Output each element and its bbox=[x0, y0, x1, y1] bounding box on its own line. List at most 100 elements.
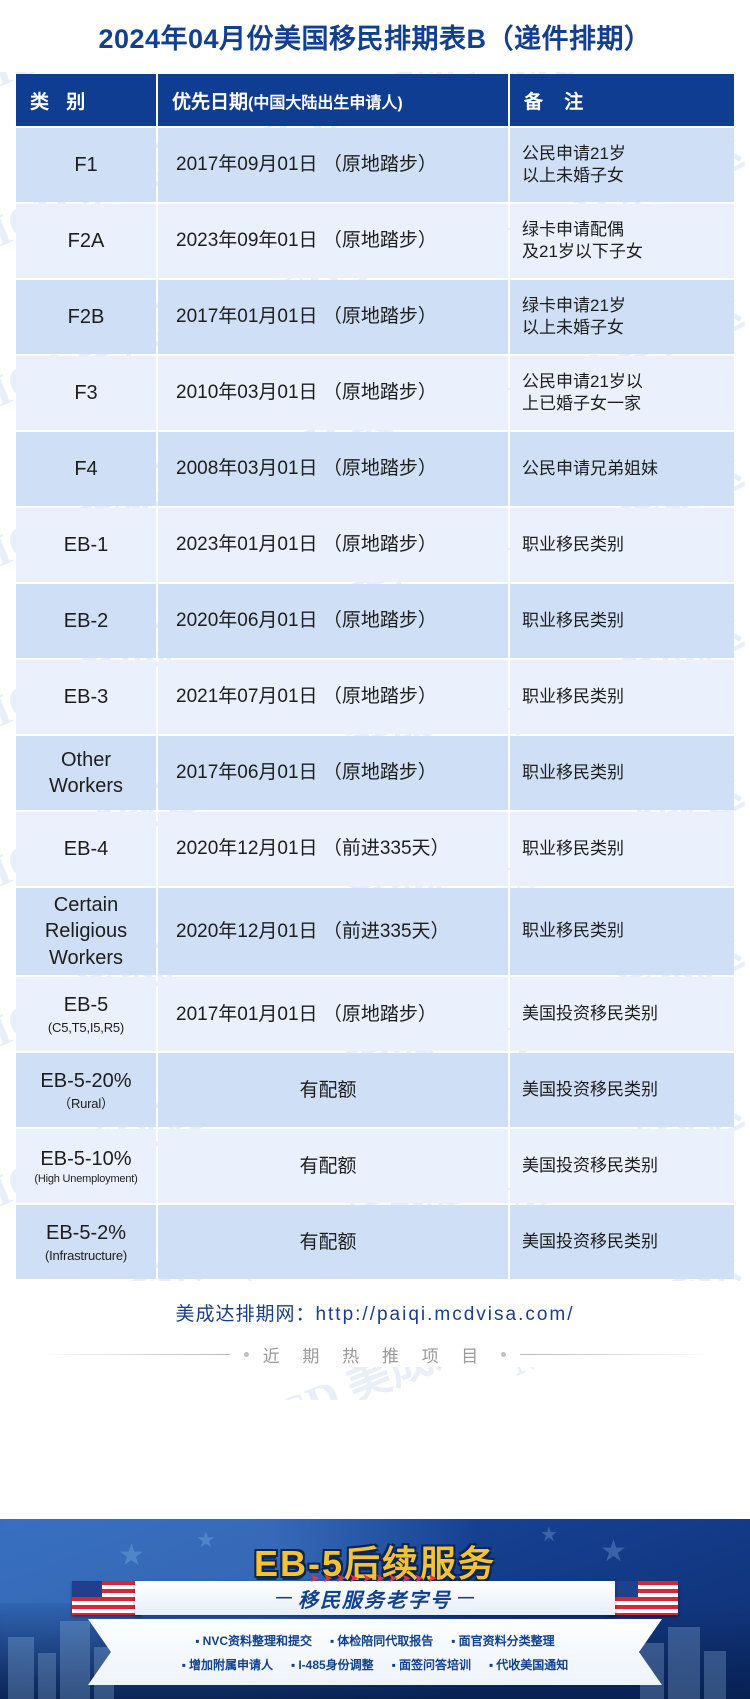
cell-priority-date: 2017年09月01日 （原地踏步） bbox=[158, 128, 508, 202]
column-header-priority-date-main: 优先日期 bbox=[172, 91, 249, 113]
ribbon-dash-left: — bbox=[276, 1589, 292, 1606]
divider-line-left bbox=[39, 1354, 230, 1356]
eb5-promo-banner[interactable]: ★ ★ ★ ★ ★ EB-5后续服务 — 移民服务老字号 — ➤➤➤➤➤➤➤➤➤… bbox=[0, 1519, 750, 1699]
ribbon-text: 移民服务老字号 bbox=[298, 1589, 452, 1612]
cell-category: F2A bbox=[16, 204, 156, 278]
cell-note: 绿卡申请21岁 以上未婚子女 bbox=[510, 280, 734, 354]
table-header-row: 类 别 优先日期(中国大陆出生申请人) 备 注 bbox=[16, 74, 734, 126]
cell-note: 职业移民类别 bbox=[510, 660, 734, 734]
category-label: EB-5-20% bbox=[40, 1070, 132, 1093]
cell-priority-date: 2020年06月01日 （原地踏步） bbox=[158, 584, 508, 658]
cell-category: Other Workers bbox=[16, 736, 156, 810]
cell-category: F1 bbox=[16, 128, 156, 202]
category-label: F2A bbox=[67, 229, 105, 252]
cell-note: 公民申请兄弟姐妹 bbox=[510, 432, 734, 506]
site-link-line[interactable]: 美成达排期网：http://paiqi.mcdvisa.com/ bbox=[0, 1299, 750, 1326]
column-header-category: 类 别 bbox=[16, 74, 156, 126]
cell-note: 公民申请21岁以 上已婚子女一家 bbox=[510, 356, 734, 430]
cell-category: EB-2 bbox=[16, 584, 156, 658]
divider-dot-left bbox=[243, 1352, 249, 1358]
cell-priority-date: 2023年09年01日 （原地踏步） bbox=[158, 204, 508, 278]
category-label: EB-4 bbox=[63, 837, 109, 860]
cell-note: 职业移民类别 bbox=[510, 508, 734, 582]
cell-note: 职业移民类别 bbox=[510, 888, 734, 976]
table-row: F3 2010年03月01日 （原地踏步） 公民申请21岁以 上已婚子女一家 bbox=[16, 356, 734, 430]
service-item: 面签问答培训 bbox=[392, 1656, 471, 1673]
column-header-note: 备 注 bbox=[510, 74, 734, 126]
cell-note: 职业移民类别 bbox=[510, 812, 734, 886]
building-shape bbox=[668, 1627, 700, 1699]
cell-priority-date: 有配额 bbox=[158, 1205, 508, 1280]
cell-note: 美国投资移民类别 bbox=[510, 1053, 734, 1128]
cell-category: F3 bbox=[16, 356, 156, 430]
visa-bulletin-table: 类 别 优先日期(中国大陆出生申请人) 备 注 F1 2017年09月01日 （原… bbox=[14, 72, 736, 1281]
cell-note: 职业移民类别 bbox=[510, 584, 734, 658]
service-item: 面官资料分类整理 bbox=[451, 1632, 555, 1649]
banner-ribbon: — 移民服务老字号 — bbox=[135, 1581, 615, 1615]
services-row-2: 增加附属申请人 I-485身份调整 面签问答培训 代收美国通知 bbox=[182, 1656, 568, 1673]
building-shape bbox=[38, 1653, 56, 1699]
category-sublabel: (C5,T5,I5,R5) bbox=[47, 1019, 125, 1035]
cell-priority-date: 2017年06月01日 （原地踏步） bbox=[158, 736, 508, 810]
building-shape bbox=[60, 1621, 90, 1699]
cell-priority-date: 2020年12月01日 （前进335天） bbox=[158, 888, 508, 976]
cell-note: 绿卡申请配偶 及21岁以下子女 bbox=[510, 204, 734, 278]
cell-priority-date: 2010年03月01日 （原地踏步） bbox=[158, 356, 508, 430]
promo-label: 近 期 热 推 项 目 bbox=[262, 1347, 488, 1367]
cell-category: EB-3 bbox=[16, 660, 156, 734]
category-label: EB-2 bbox=[63, 609, 109, 632]
cell-priority-date: 2020年12月01日 （前进335天） bbox=[158, 812, 508, 886]
table-row: EB-5-10% (High Unemployment) 有配额 美国投资移民类别 bbox=[16, 1129, 734, 1204]
category-label: EB-5-2% bbox=[45, 1222, 127, 1245]
table-row: F2A 2023年09年01日 （原地踏步） 绿卡申请配偶 及21岁以下子女 bbox=[16, 204, 734, 278]
cell-category: F2B bbox=[16, 280, 156, 354]
table-row: EB-2 2020年06月01日 （原地踏步） 职业移民类别 bbox=[16, 584, 734, 658]
visa-bulletin-table-container: 类 别 优先日期(中国大陆出生申请人) 备 注 F1 2017年09月01日 （原… bbox=[0, 72, 750, 1281]
category-label: EB-3 bbox=[63, 685, 109, 708]
table-header: 类 别 优先日期(中国大陆出生申请人) 备 注 bbox=[16, 74, 734, 126]
table-row: EB-3 2021年07月01日 （原地踏步） 职业移民类别 bbox=[16, 660, 734, 734]
cell-category: EB-5-10% (High Unemployment) bbox=[16, 1129, 156, 1204]
promo-divider-row: 近 期 热 推 项 目 bbox=[0, 1342, 750, 1367]
us-flag-icon-left bbox=[72, 1581, 142, 1615]
cell-priority-date: 2017年01月01日 （原地踏步） bbox=[158, 280, 508, 354]
services-panel: NVC资料整理和提交 体检陪同代取报告 面官资料分类整理 增加附属申请人 I-485身… bbox=[88, 1619, 662, 1685]
category-label: F4 bbox=[74, 457, 98, 480]
table-row: F4 2008年03月01日 （原地踏步） 公民申请兄弟姐妹 bbox=[16, 432, 734, 506]
table-row: EB-5-2% (Infrastructure) 有配额 美国投资移民类别 bbox=[16, 1205, 734, 1280]
page-title-bar: 2024年04月份美国移民排期表B（递件排期） bbox=[0, 0, 750, 72]
service-item: 代收美国通知 bbox=[489, 1656, 568, 1673]
category-label: EB-1 bbox=[63, 533, 109, 556]
cell-note: 美国投资移民类别 bbox=[510, 977, 734, 1052]
table-row: EB-5-20% （Rural） 有配额 美国投资移民类别 bbox=[16, 1053, 734, 1128]
table-row: EB-5 (C5,T5,I5,R5) 2017年01月01日 （原地踏步） 美国投资移… bbox=[16, 977, 734, 1052]
column-header-priority-date: 优先日期(中国大陆出生申请人) bbox=[158, 74, 508, 126]
cell-category: Certain Religious Workers bbox=[16, 888, 156, 976]
divider-dot-right bbox=[501, 1352, 507, 1358]
category-sublabel: （Rural） bbox=[58, 1095, 114, 1111]
category-label: F3 bbox=[74, 381, 98, 404]
column-header-priority-date-sub: (中国大陆出生申请人) bbox=[248, 94, 403, 112]
table-body: F1 2017年09月01日 （原地踏步） 公民申请21岁 以上未婚子女 F2A 2023… bbox=[16, 128, 734, 1280]
arrow-decoration-icon: ➤➤➤➤➤➤➤➤➤➤ bbox=[309, 1571, 441, 1585]
site-url[interactable]: http://paiqi.mcdvisa.com/ bbox=[315, 1304, 574, 1325]
cell-priority-date: 有配额 bbox=[158, 1053, 508, 1128]
service-item: 增加附属申请人 bbox=[182, 1656, 273, 1673]
service-item: 体检陪同代取报告 bbox=[330, 1632, 433, 1649]
category-label: Other Workers bbox=[48, 748, 124, 797]
category-sublabel: (High Unemployment) bbox=[34, 1173, 138, 1186]
cell-note: 美国投资移民类别 bbox=[510, 1205, 734, 1280]
category-label: EB-5 bbox=[63, 994, 109, 1017]
table-row: EB-4 2020年12月01日 （前进335天） 职业移民类别 bbox=[16, 812, 734, 886]
cell-category: EB-5 (C5,T5,I5,R5) bbox=[16, 977, 156, 1052]
category-label: F2B bbox=[67, 305, 105, 328]
cell-category: EB-5-20% （Rural） bbox=[16, 1053, 156, 1128]
cell-category: EB-5-2% (Infrastructure) bbox=[16, 1205, 156, 1280]
cell-priority-date: 2021年07月01日 （原地踏步） bbox=[158, 660, 508, 734]
cell-note: 公民申请21岁 以上未婚子女 bbox=[510, 128, 734, 202]
table-row: Other Workers 2017年06月01日 （原地踏步） 职业移民类别 bbox=[16, 736, 734, 810]
services-row-1: NVC资料整理和提交 体检陪同代取报告 面官资料分类整理 bbox=[195, 1632, 555, 1649]
building-shape bbox=[8, 1637, 34, 1699]
banner-inner: ★ ★ ★ ★ ★ EB-5后续服务 — 移民服务老字号 — ➤➤➤➤➤➤➤➤➤… bbox=[0, 1519, 750, 1699]
ribbon-dash-right: — bbox=[458, 1589, 474, 1606]
